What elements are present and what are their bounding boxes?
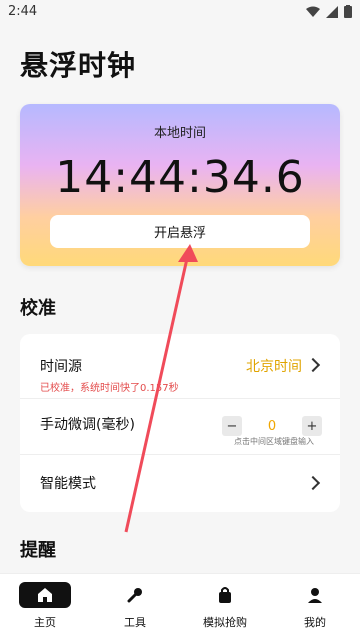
smart-mode-row[interactable]: 智能模式 (20, 456, 340, 510)
battery-icon (344, 5, 352, 18)
smart-mode-label: 智能模式 (40, 476, 96, 492)
time-source-row[interactable]: 时间源 北京时间 已校准，系统时间快了0.157秒 (20, 334, 340, 396)
tab-profile[interactable]: 我的 (270, 582, 360, 638)
time-source-note: 已校准，系统时间快了0.157秒 (40, 383, 179, 394)
tab-profile-label: 我的 (304, 616, 326, 629)
time-source-value[interactable]: 北京时间 (246, 356, 302, 376)
tab-simulate-label: 模拟抢购 (203, 616, 247, 629)
clock-card: 本地时间 14:44:34.6 开启悬浮 (20, 104, 340, 266)
tab-home-label: 主页 (34, 616, 56, 629)
minus-button[interactable]: − (222, 416, 242, 436)
user-icon[interactable] (289, 582, 341, 608)
wrench-icon[interactable] (109, 582, 161, 608)
plus-button[interactable]: + (302, 416, 322, 436)
quantity-stepper[interactable]: − 0 + (222, 416, 322, 436)
manual-adjust-label: 手动微调(毫秒) (40, 417, 135, 433)
stepper-hint: 点击中间区域键盘输入 (234, 437, 314, 446)
status-icons (306, 5, 352, 18)
calibrate-section-title: 校准 (20, 298, 56, 319)
reminder-section-title: 提醒 (20, 540, 56, 561)
wifi-icon (306, 6, 320, 17)
status-bar: 2:44 (0, 0, 360, 24)
status-time: 2:44 (8, 4, 38, 19)
tab-home[interactable]: 主页 (0, 582, 90, 638)
chevron-right-icon[interactable] (305, 357, 321, 373)
chevron-right-icon[interactable] (305, 475, 321, 491)
calibration-card: 时间源 北京时间 已校准，系统时间快了0.157秒 手动微调(毫秒) − 0 +… (20, 334, 340, 512)
tab-simulate[interactable]: 模拟抢购 (180, 582, 270, 638)
bottom-tab-bar: 主页 工具 模拟抢购 我的 (0, 573, 360, 640)
tab-tools-label: 工具 (124, 616, 146, 629)
home-icon[interactable] (19, 582, 71, 608)
float-button[interactable]: 开启悬浮 (50, 215, 310, 248)
clock-time: 14:44:34.6 (55, 152, 305, 203)
time-source-label: 时间源 (40, 359, 82, 375)
divider (20, 454, 340, 455)
tab-tools[interactable]: 工具 (90, 582, 180, 638)
clock-label: 本地时间 (153, 126, 206, 141)
stepper-value[interactable]: 0 (252, 419, 292, 434)
bag-icon[interactable] (199, 582, 251, 608)
page-title: 悬浮时钟 (20, 49, 137, 82)
signal-icon (326, 5, 338, 18)
